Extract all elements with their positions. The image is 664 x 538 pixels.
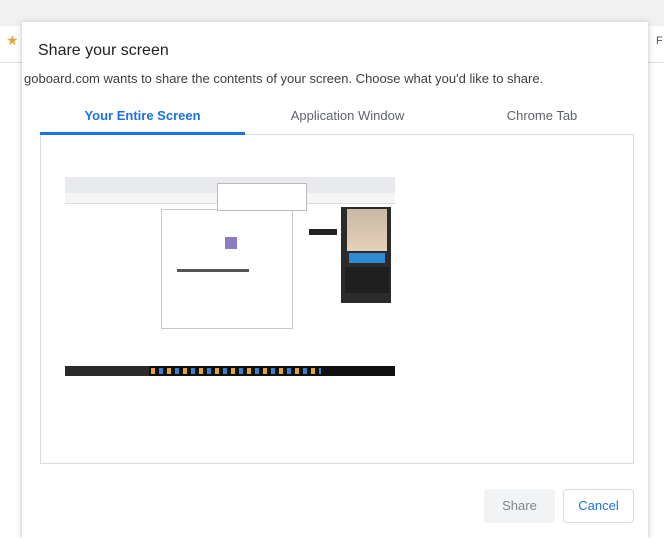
- thumbnail-video: [347, 209, 387, 251]
- thumbnail-tool-palette: [345, 267, 389, 293]
- tab-application-window[interactable]: Application Window: [245, 104, 450, 134]
- thumbnail-popup: [217, 183, 307, 211]
- screen-preview-panel: [40, 135, 634, 464]
- thumbnail-search-box: [65, 366, 149, 376]
- entire-screen-thumbnail[interactable]: [65, 177, 395, 377]
- thumbnail-image: [225, 237, 237, 249]
- star-icon: ★: [6, 32, 19, 48]
- dialog-description: goboard.com wants to share the contents …: [24, 71, 544, 86]
- share-screen-dialog: Share your screen goboard.com wants to s…: [22, 22, 648, 538]
- dialog-title: Share your screen: [38, 42, 169, 59]
- thumbnail-taskbar: [65, 366, 395, 376]
- source-tabs: Your Entire Screen Application Window Ch…: [40, 104, 634, 135]
- share-button[interactable]: Share: [484, 489, 555, 523]
- thumbnail-tooltip: [309, 229, 337, 235]
- tab-chrome-tab[interactable]: Chrome Tab: [450, 104, 634, 134]
- thumbnail-taskbar-icons: [151, 368, 321, 374]
- cancel-button[interactable]: Cancel: [563, 489, 634, 523]
- tab-entire-screen[interactable]: Your Entire Screen: [40, 104, 245, 134]
- thumbnail-progress-line: [177, 269, 249, 272]
- page-edge-text: F: [656, 35, 663, 47]
- thumbnail-blue-bar: [349, 253, 385, 263]
